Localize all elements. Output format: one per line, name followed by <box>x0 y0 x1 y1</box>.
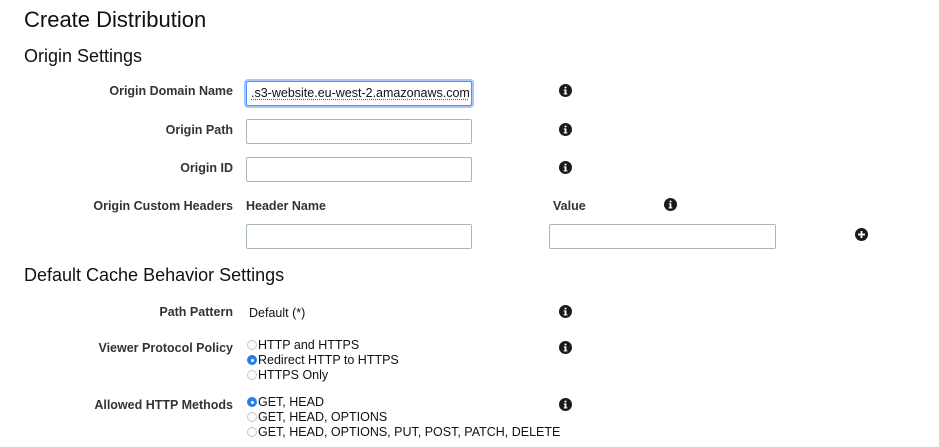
origin-settings-heading: Origin Settings <box>24 46 143 66</box>
radio-label: Redirect HTTP to HTTPS <box>258 353 399 367</box>
info-icon[interactable] <box>559 123 572 136</box>
origin-path-label: Origin Path <box>165 123 233 137</box>
info-icon[interactable] <box>664 198 677 211</box>
create-distribution-page: Create Distribution Origin Settings Orig… <box>0 0 939 447</box>
value-column-label: Value <box>553 199 586 213</box>
radio-option-https-only[interactable]: HTTPS Only <box>247 368 328 383</box>
radio-button[interactable] <box>247 427 257 437</box>
origin-path-input[interactable] <box>246 119 472 144</box>
radio-button[interactable] <box>247 412 257 422</box>
radio-label: GET, HEAD, OPTIONS, PUT, POST, PATCH, DE… <box>258 425 561 439</box>
radio-button-selected[interactable] <box>247 397 257 407</box>
origin-domain-name-input[interactable]: .s3-website.eu-west-2.amazonaws.com <box>246 81 472 106</box>
info-icon[interactable] <box>559 398 572 411</box>
header-name-column-label: Header Name <box>246 199 326 213</box>
radio-option-get-head-options[interactable]: GET, HEAD, OPTIONS <box>247 410 387 425</box>
info-icon[interactable] <box>559 341 572 354</box>
origin-id-label: Origin ID <box>180 161 233 175</box>
viewer-protocol-policy-label: Viewer Protocol Policy <box>98 341 233 355</box>
info-icon[interactable] <box>559 84 572 97</box>
radio-button-selected[interactable] <box>247 355 257 365</box>
origin-domain-name-value: .s3-website.eu-west-2.amazonaws.com <box>251 86 470 100</box>
header-name-input[interactable] <box>246 224 472 249</box>
origin-domain-name-label: Origin Domain Name <box>109 84 233 98</box>
origin-custom-headers-label: Origin Custom Headers <box>93 199 233 213</box>
header-value-input[interactable] <box>549 224 776 249</box>
cache-behavior-heading: Default Cache Behavior Settings <box>24 265 285 285</box>
radio-label: GET, HEAD <box>258 395 324 409</box>
radio-button[interactable] <box>247 370 257 380</box>
path-pattern-label: Path Pattern <box>159 305 233 319</box>
page-title: Create Distribution <box>24 7 207 32</box>
info-icon[interactable] <box>559 161 572 174</box>
info-icon[interactable] <box>559 305 572 318</box>
radio-option-redirect-http-to-https[interactable]: Redirect HTTP to HTTPS <box>247 353 399 368</box>
radio-option-http-and-https[interactable]: HTTP and HTTPS <box>247 338 359 353</box>
radio-label: HTTPS Only <box>258 368 329 382</box>
origin-id-input[interactable] <box>246 157 472 182</box>
radio-button[interactable] <box>247 340 257 350</box>
allowed-http-methods-label: Allowed HTTP Methods <box>94 398 233 412</box>
plus-circle-icon[interactable] <box>855 228 868 241</box>
radio-label: GET, HEAD, OPTIONS <box>258 410 388 424</box>
radio-label: HTTP and HTTPS <box>258 338 360 352</box>
path-pattern-value: Default (*) <box>249 306 306 320</box>
radio-option-all-methods[interactable]: GET, HEAD, OPTIONS, PUT, POST, PATCH, DE… <box>247 425 560 440</box>
radio-option-get-head[interactable]: GET, HEAD <box>247 395 324 410</box>
